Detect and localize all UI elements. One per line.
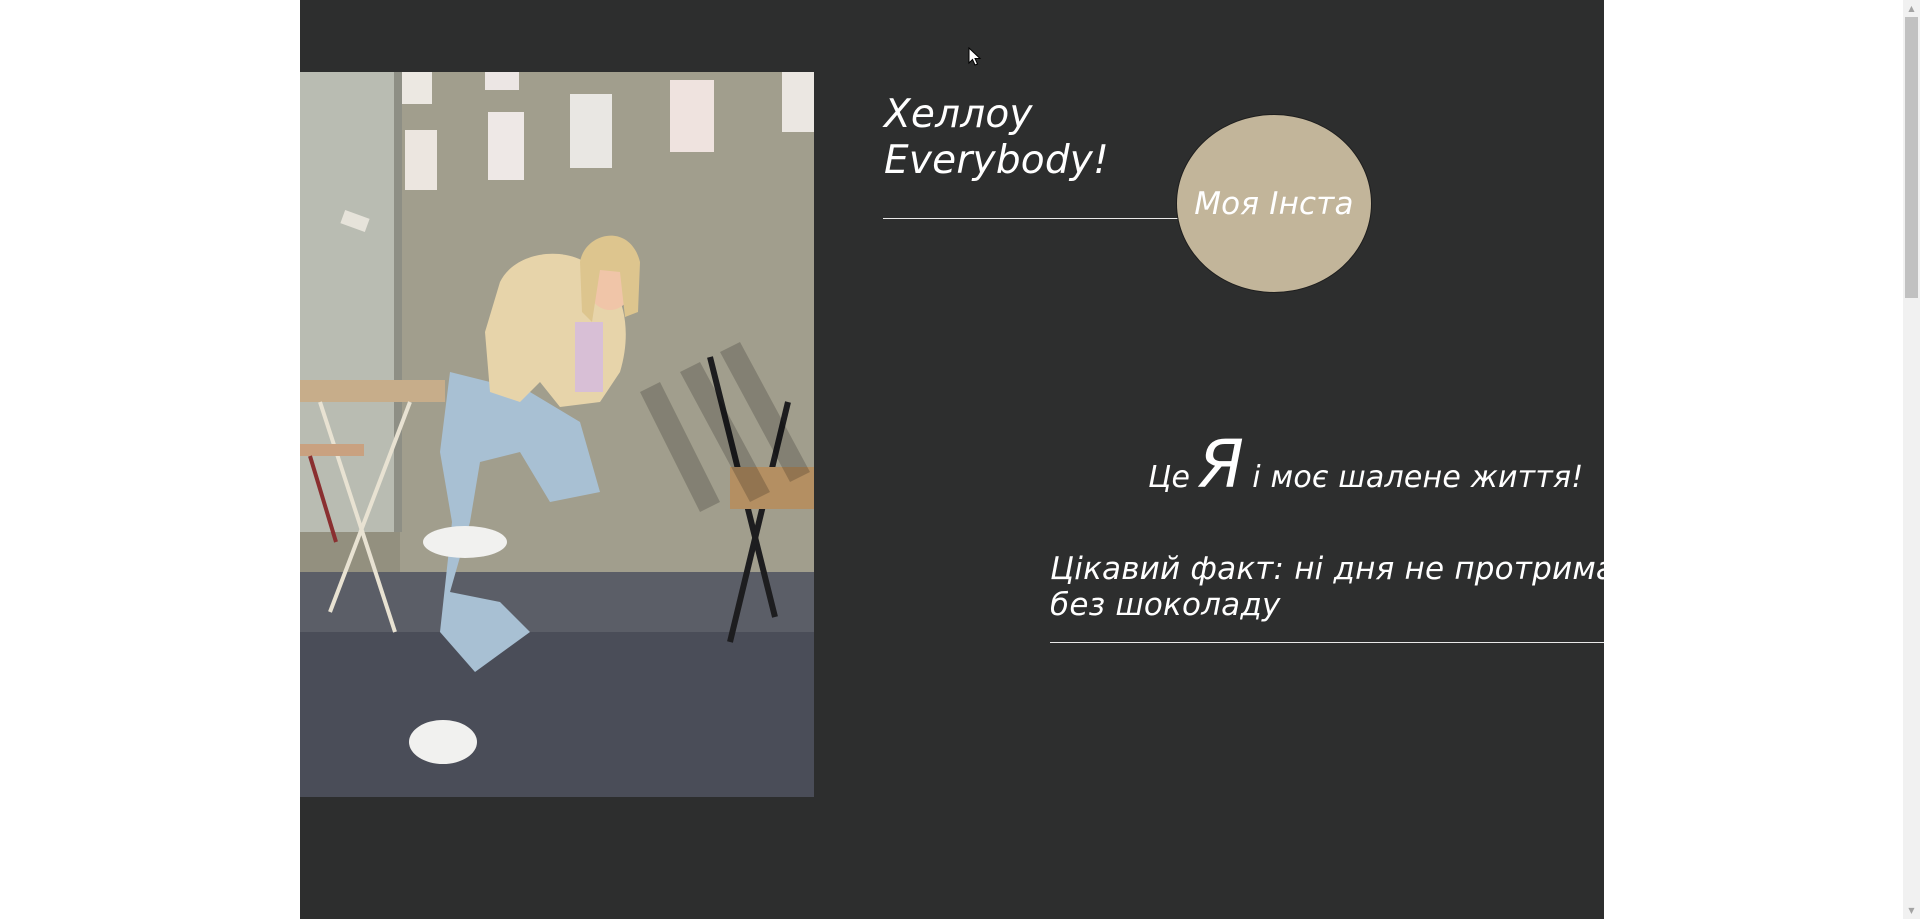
fun-fact-line-2: без шоколаду <box>1050 587 1281 623</box>
greeting-line-2: Everybody! <box>884 138 1109 183</box>
browser-viewport: Хеллоу Everybody! Моя Інста Це Я і моє ш… <box>0 0 1920 919</box>
profile-photo <box>300 72 814 797</box>
fun-fact-text: Цікавий факт: ні дня не протрималась без… <box>1050 551 1604 623</box>
fun-fact-divider <box>1050 642 1604 643</box>
page-content: Хеллоу Everybody! Моя Інста Це Я і моє ш… <box>300 0 1604 919</box>
tagline-prefix: Це <box>1148 460 1191 495</box>
greeting-heading: Хеллоу Everybody! <box>884 92 1109 184</box>
tagline-suffix: і моє шалене життя! <box>1252 460 1584 495</box>
greeting-line-1: Хеллоу <box>884 92 1033 137</box>
instagram-link-label: Моя Інста <box>1194 185 1354 222</box>
tagline: Це Я і моє шалене життя! <box>1148 432 1584 498</box>
greeting-divider <box>883 218 1182 219</box>
scrollbar-thumb[interactable] <box>1905 17 1918 298</box>
scroll-up-arrow-icon[interactable]: ▲ <box>1903 0 1920 17</box>
vertical-scrollbar[interactable]: ▲ ▼ <box>1903 0 1920 919</box>
tagline-big-letter: Я <box>1198 426 1245 503</box>
mouse-pointer-icon <box>968 46 982 71</box>
instagram-link-button[interactable]: Моя Інста <box>1176 114 1372 293</box>
fun-fact-line-1: Цікавий факт: ні дня не протрималась <box>1050 551 1604 587</box>
scroll-down-arrow-icon[interactable]: ▼ <box>1903 902 1920 919</box>
